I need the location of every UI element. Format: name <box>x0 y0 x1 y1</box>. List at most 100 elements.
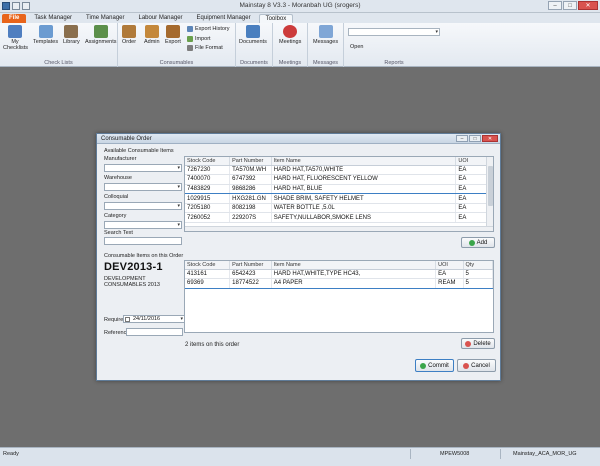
order-code: DEV2013-1 <box>104 261 163 273</box>
dialog-minimize-button[interactable]: – <box>456 135 468 142</box>
file-format-button[interactable]: File Format <box>187 45 223 51</box>
horizontal-scrollbar[interactable] <box>185 226 493 231</box>
dialog-close-button[interactable]: ✕ <box>482 135 498 142</box>
warehouse-select[interactable]: ▾ <box>104 183 182 191</box>
table-row[interactable]: 413161 6542423 HARD HAT,WHITE,TYPE HC43,… <box>185 269 493 280</box>
scrollbar-thumb[interactable] <box>488 166 493 206</box>
tab-labour-manager[interactable]: Labour Manager <box>133 14 189 23</box>
quantity-cell[interactable]: 5 <box>463 278 493 289</box>
column-header[interactable]: Item Name <box>271 157 457 166</box>
library-button[interactable]: Library <box>63 25 80 45</box>
table-cell: HXG281.GN <box>229 193 272 204</box>
admin-button[interactable]: Admin <box>144 25 160 45</box>
cancel-icon <box>463 362 470 369</box>
table-cell: EA <box>435 269 464 280</box>
tab-file[interactable]: File <box>2 14 27 23</box>
documents-button[interactable]: Documents <box>239 25 267 45</box>
order-items-label: Consumable Items on this Order <box>104 253 184 259</box>
table-row[interactable]: 1029915 HXG281.GN SHADE BRIM, SAFETY HEL… <box>185 193 493 204</box>
history-icon <box>187 26 193 32</box>
required-checkbox[interactable] <box>125 317 130 322</box>
required-date-picker[interactable]: 24/11/2016 ▾ <box>123 315 185 323</box>
checklists-group-label: Check Lists <box>44 60 73 66</box>
available-items-grid: Stock Code Part Number Item Name UOI 726… <box>184 156 494 232</box>
table-cell: WATER BOTTLE ,5.0L <box>271 203 457 214</box>
maximize-button[interactable]: □ <box>563 1 577 10</box>
meetings-group-label: Meetings <box>278 60 302 66</box>
reports-group-label: Reports <box>384 60 404 66</box>
order-button[interactable]: Order <box>122 25 136 45</box>
delete-icon <box>465 340 472 347</box>
column-header[interactable]: Item Name <box>271 261 437 270</box>
items-count: 2 items on this order <box>185 342 240 348</box>
column-header[interactable]: Qty <box>463 261 493 270</box>
category-label: Category <box>104 213 127 219</box>
vertical-scrollbar[interactable] <box>486 157 493 231</box>
manufacturer-select[interactable]: ▾ <box>104 164 182 172</box>
chevron-down-icon: ▾ <box>177 184 180 190</box>
column-header[interactable]: Part Number <box>229 157 272 166</box>
cancel-button[interactable]: Cancel <box>457 359 496 372</box>
admin-icon <box>144 25 159 38</box>
messages-group-label: Messages <box>312 60 339 66</box>
templates-button[interactable]: Templates <box>33 25 58 45</box>
table-cell: 6542423 <box>229 269 272 280</box>
meetings-button[interactable]: Meetings <box>279 25 301 45</box>
table-row[interactable]: 7205180 8082198 WATER BOTTLE ,5.0L EA <box>185 203 493 214</box>
checklists-group: My Checklists Templates Library Assignme… <box>0 23 118 67</box>
open-report-button[interactable]: Open <box>350 44 363 50</box>
import-button[interactable]: Import <box>187 36 211 42</box>
column-header[interactable]: UOI <box>435 261 464 270</box>
table-cell: 69369 <box>185 278 231 289</box>
assignments-button[interactable]: Assignments <box>85 25 117 45</box>
dialog-title: Consumable Order <box>101 136 152 142</box>
consumables-group-label: Consumables <box>159 60 194 66</box>
export-button[interactable]: Export <box>165 25 181 45</box>
delete-button[interactable]: Delete <box>461 338 495 349</box>
category-select[interactable]: ▾ <box>104 221 182 229</box>
column-header[interactable]: Part Number <box>229 261 272 270</box>
table-row[interactable]: 7400070 6747392 HARD HAT, FLUORESCENT YE… <box>185 174 493 185</box>
colloquial-select[interactable]: ▾ <box>104 202 182 210</box>
import-icon <box>187 36 193 42</box>
messages-group: Messages Messages <box>308 23 344 67</box>
dialog-maximize-button[interactable]: □ <box>469 135 481 142</box>
messages-button[interactable]: Messages <box>313 25 338 45</box>
tab-task-manager[interactable]: Task Manager <box>28 14 78 23</box>
meetings-group: Meetings Meetings <box>273 23 308 67</box>
my-checklists-button[interactable]: My Checklists <box>3 25 28 51</box>
add-button[interactable]: Add <box>461 237 495 248</box>
tab-time-manager[interactable]: Time Manager <box>80 14 130 23</box>
table-cell: HARD HAT, BLUE <box>271 183 457 195</box>
window-title: Mainstay 8 V3.3 - Moranbah UG (srogers) <box>239 2 361 9</box>
table-cell: 1029915 <box>185 193 231 204</box>
export-history-button[interactable]: Export History <box>187 26 230 32</box>
table-row[interactable]: 7260052 229207S SAFETY,NULLABOR,SMOKE LE… <box>185 212 493 224</box>
reports-select[interactable]: ▾ <box>348 28 440 36</box>
table-cell: SAFETY,NULLABOR,SMOKE LENS <box>271 212 457 224</box>
minimize-button[interactable]: – <box>548 1 562 10</box>
column-header[interactable]: Stock Code <box>185 157 231 166</box>
reference-input[interactable] <box>126 328 183 336</box>
tab-toolbox[interactable]: Toolbox <box>258 14 294 23</box>
library-icon <box>64 25 79 38</box>
dialog-window-controls: – □ ✕ <box>456 135 498 142</box>
gear-icon <box>187 45 193 51</box>
table-cell: 7400070 <box>185 174 231 185</box>
close-button[interactable]: ✕ <box>578 1 598 10</box>
chevron-down-icon: ▾ <box>435 29 438 35</box>
table-row[interactable]: 7267230 TA570M.WH HARD HAT,TA570,WHITE E… <box>185 165 493 176</box>
table-row-selected[interactable]: 69369 18774522 A4 PAPER REAM 5 <box>185 278 493 289</box>
table-row-selected[interactable]: 7483829 9868286 HARD HAT, BLUE EA <box>185 183 493 195</box>
commit-button[interactable]: Commit <box>415 359 454 372</box>
quantity-cell[interactable]: 5 <box>463 269 493 280</box>
messages-icon <box>318 25 333 38</box>
table-cell: 6747392 <box>229 174 272 185</box>
order-items-grid: Stock Code Part Number Item Name UOI Qty… <box>184 260 494 333</box>
column-header[interactable]: Stock Code <box>185 261 231 270</box>
tab-equipment-manager[interactable]: Equipment Manager <box>191 14 257 23</box>
table-cell: REAM <box>435 278 464 289</box>
search-input[interactable] <box>104 237 182 245</box>
title-bar: Mainstay 8 V3.3 - Moranbah UG (srogers) … <box>0 0 600 13</box>
chevron-down-icon: ▾ <box>177 203 180 209</box>
